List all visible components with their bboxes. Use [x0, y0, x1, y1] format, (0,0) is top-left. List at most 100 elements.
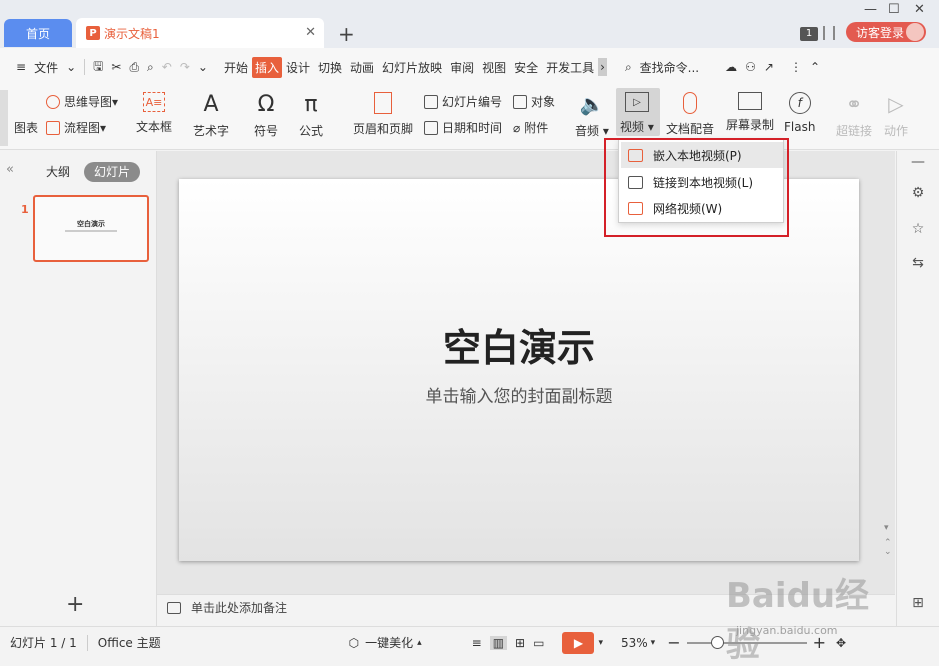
action-icon: ▷: [888, 92, 904, 116]
audio-button[interactable]: 🔈 音频 ▾: [575, 92, 609, 139]
normal-view-icon[interactable]: ▥: [489, 635, 508, 650]
collapse-pane-icon[interactable]: «: [6, 162, 14, 177]
print-preview-icon[interactable]: ⌕: [143, 60, 158, 75]
beautify-dropdown-icon[interactable]: ▴: [417, 638, 422, 648]
mindmap-button[interactable]: 思维导图 ▾: [46, 93, 118, 110]
menu-tab-view[interactable]: 视图: [478, 59, 510, 76]
maximize-icon[interactable]: ☐: [888, 2, 900, 17]
collapse-ribbon-icon[interactable]: ⌃: [806, 60, 824, 74]
zoom-out-icon[interactable]: −: [667, 633, 680, 652]
header-footer-label: 页眉和页脚: [353, 122, 414, 136]
slide-sorter-icon[interactable]: ⊞: [515, 636, 525, 650]
tab-slides[interactable]: 幻灯片: [84, 162, 140, 182]
menu-tab-home[interactable]: 开始: [220, 59, 252, 76]
close-tab-icon[interactable]: ✕: [305, 25, 316, 40]
hyperlink-button[interactable]: ⚭ 超链接: [836, 92, 872, 139]
grid-view-icon[interactable]: ⊞: [909, 595, 927, 611]
video-button[interactable]: ▷ 视频 ▾: [620, 92, 654, 135]
doc-voiceover-button[interactable]: 文档配音: [666, 92, 714, 137]
share-user-icon[interactable]: ⚇: [741, 60, 760, 74]
properties-icon[interactable]: ⚙: [909, 185, 927, 201]
menu-tab-developer[interactable]: 开发工具: [542, 59, 598, 76]
format-painter-icon[interactable]: ✂: [107, 60, 125, 74]
attachment-button[interactable]: ⌀ 附件: [513, 119, 548, 136]
close-window-icon[interactable]: ✕: [914, 2, 925, 17]
new-tab-icon[interactable]: +: [338, 22, 355, 46]
flash-button[interactable]: f Flash: [784, 92, 815, 134]
avatar[interactable]: [906, 23, 924, 41]
transform-icon[interactable]: ⇆: [909, 255, 927, 271]
chart-button[interactable]: 图表: [14, 119, 38, 136]
header-footer-button[interactable]: 页眉和页脚: [353, 92, 413, 137]
object-label: 对象: [531, 95, 556, 109]
symbol-button[interactable]: Ω 符号: [253, 92, 279, 139]
wordart-button[interactable]: A 艺术字: [193, 92, 229, 139]
theme-name[interactable]: Office 主题: [98, 634, 161, 651]
flash-label: Flash: [784, 120, 816, 134]
menu-tab-transition[interactable]: 切换: [314, 59, 346, 76]
command-search-input[interactable]: 查找命令...: [636, 59, 703, 76]
beautify-button[interactable]: 一键美化: [365, 634, 413, 651]
slide-number-button[interactable]: 幻灯片编号: [424, 93, 502, 110]
menu-bar: ≡ 文件 ⌄ 🖫 ✂ ⎙ ⌕ ↶ ↷ ⌄ 开始 插入 设计 切换 动画 幻灯片放…: [0, 48, 939, 86]
window-layout-icon[interactable]: [823, 26, 835, 40]
menu-tab-animation[interactable]: 动画: [346, 59, 378, 76]
menu-tab-slideshow[interactable]: 幻灯片放映: [378, 59, 446, 76]
scroll-down-icon[interactable]: ▾: [884, 523, 889, 533]
prev-slide-icon[interactable]: ⌃ ⌄: [884, 539, 892, 557]
zoom-level[interactable]: 53%: [621, 636, 648, 650]
animation-icon[interactable]: ☆: [909, 221, 927, 237]
zoom-dropdown-icon[interactable]: ▾: [651, 638, 656, 648]
thumbnail-title: 空白演示: [77, 220, 105, 228]
screen-record-button[interactable]: 屏幕录制: [726, 92, 774, 133]
textbox-button[interactable]: A≡ 文本框: [136, 92, 172, 135]
slide-title[interactable]: 空白演示: [179, 317, 859, 372]
quick-access-dropdown-icon[interactable]: ⌄: [194, 60, 212, 74]
search-icon[interactable]: ⌕: [621, 60, 636, 75]
menu-file[interactable]: 文件: [30, 59, 62, 76]
tab-home[interactable]: 首页: [4, 19, 72, 47]
redo-icon[interactable]: ↷: [176, 60, 194, 74]
formula-button[interactable]: π 公式: [298, 92, 324, 139]
flowchart-label: 流程图: [64, 121, 101, 135]
menu-tab-security[interactable]: 安全: [510, 59, 542, 76]
save-icon[interactable]: 🖫: [89, 57, 107, 78]
add-slide-icon[interactable]: +: [66, 592, 84, 617]
more-tabs-icon[interactable]: ›: [598, 58, 607, 76]
date-time-button[interactable]: 日期和时间: [424, 119, 502, 136]
share-icon[interactable]: ↗: [760, 60, 778, 74]
flowchart-icon: [46, 120, 60, 135]
chevron-down-icon[interactable]: ⌄: [62, 60, 80, 74]
beautify-icon[interactable]: ⬡: [349, 636, 359, 650]
play-dropdown-icon[interactable]: ▾: [598, 638, 603, 648]
menu-tab-review[interactable]: 审阅: [446, 59, 478, 76]
tab-outline[interactable]: 大纲: [46, 163, 70, 180]
reading-view-icon[interactable]: ▭: [533, 636, 544, 650]
symbol-label: 符号: [253, 124, 278, 138]
slide-number-label: 幻灯片编号: [442, 95, 503, 109]
slide-subtitle[interactable]: 单击输入您的封面副标题: [179, 382, 859, 407]
screen-record-label: 屏幕录制: [726, 118, 775, 132]
minus-icon[interactable]: —: [909, 154, 927, 170]
object-icon: [513, 94, 527, 109]
minimize-icon[interactable]: —: [864, 2, 877, 17]
undo-icon[interactable]: ↶: [158, 60, 176, 74]
ribbon-scroll-left[interactable]: [0, 90, 8, 146]
cloud-icon[interactable]: ☁: [721, 60, 741, 74]
slide-thumbnail[interactable]: 空白演示: [33, 195, 149, 262]
tab-document[interactable]: P 演示文稿1 ✕: [76, 18, 324, 48]
vertical-scrollbar[interactable]: ▾ ⌃ ⌄: [882, 151, 894, 591]
more-options-icon[interactable]: ⋮: [786, 60, 806, 74]
menu-tab-design[interactable]: 设计: [282, 59, 314, 76]
object-button[interactable]: 对象: [513, 93, 555, 110]
action-button[interactable]: ▷ 动作: [883, 92, 909, 139]
flowchart-button[interactable]: 流程图 ▾: [46, 119, 106, 136]
menu-tab-insert[interactable]: 插入: [251, 56, 282, 78]
notes-toggle-icon[interactable]: ≡: [472, 636, 482, 650]
zoom-slider-knob[interactable]: [710, 635, 724, 649]
hamburger-icon[interactable]: ≡: [12, 60, 30, 74]
print-icon[interactable]: ⎙: [125, 60, 143, 75]
slide-number: 1: [21, 203, 29, 216]
play-slideshow-button[interactable]: ▶: [562, 631, 595, 654]
window-count-badge[interactable]: 1: [800, 27, 818, 41]
